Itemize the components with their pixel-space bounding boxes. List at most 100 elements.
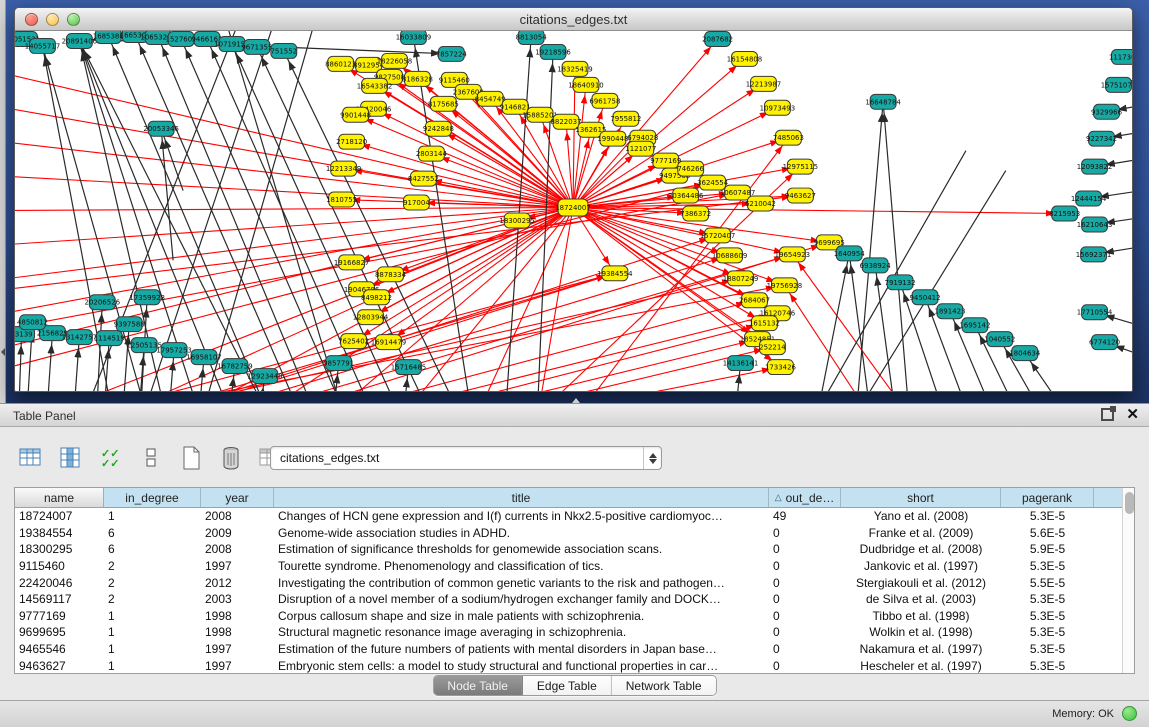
table-cell[interactable]: 1998 [201,609,274,623]
table-cell[interactable]: 1997 [201,559,274,573]
column-header-year[interactable]: year [201,488,274,507]
table-cell[interactable]: 0 [769,625,841,639]
table-row[interactable]: 1872400712008Changes of HCN gene express… [15,508,1122,525]
table-cell[interactable]: 9463627 [15,659,104,673]
table-cell[interactable]: Franke et al. (2009) [841,526,1001,540]
delete-table-icon[interactable] [216,443,246,473]
table-cell[interactable]: 2 [104,576,201,590]
table-cell[interactable]: 1 [104,609,201,623]
table-cell[interactable]: 2012 [201,576,274,590]
table-row[interactable]: 946554611997Estimation of the future num… [15,641,1122,658]
panel-collapse-arrow-icon[interactable] [1,348,5,356]
column-header-name[interactable]: name [15,488,104,507]
column-header-short[interactable]: short [841,488,1001,507]
table-cell[interactable]: 5.3E-5 [1001,609,1094,623]
table-cell[interactable]: 5.3E-5 [1001,509,1094,523]
table-cell[interactable]: 5.3E-5 [1001,642,1094,656]
table-selector-combo[interactable]: citations_edges.txt [270,446,662,470]
table-cell[interactable]: Jankovic et al. (1997) [841,559,1001,573]
table-cell[interactable]: Tibbo et al. (1998) [841,609,1001,623]
table-cell[interactable]: 0 [769,576,841,590]
column-header-in_degree[interactable]: in_degree [104,488,201,507]
table-row[interactable]: 1938455462009Genome-wide association stu… [15,525,1122,542]
table-cell[interactable]: Yano et al. (2008) [841,509,1001,523]
table-cell[interactable]: de Silva et al. (2003) [841,592,1001,606]
table-row[interactable]: 977716911998Corpus callosum shape and si… [15,608,1122,625]
table-cell[interactable]: Tourette syndrome. Phenomenology and cla… [274,559,769,573]
table-cell[interactable]: 9465546 [15,642,104,656]
tab-node-table[interactable]: Node Table [433,676,523,695]
close-panel-icon[interactable]: ✕ [1126,408,1139,421]
row-height-icon[interactable] [136,443,166,473]
table-cell[interactable]: 1997 [201,659,274,673]
table-row[interactable]: 946362711997Embryonic stem cells: a mode… [15,657,1122,674]
table-cell[interactable]: 1997 [201,642,274,656]
network-canvas[interactable]: 1872400788601238912954182260589827508165… [15,31,1132,391]
table-cell[interactable]: Corpus callosum shape and size in male p… [274,609,769,623]
table-cell[interactable]: Structural magnetic resonance image aver… [274,625,769,639]
import-table-icon[interactable] [16,443,46,473]
tab-edge-table[interactable]: Edge Table [523,676,612,695]
table-cell[interactable]: 0 [769,542,841,556]
table-cell[interactable]: Nakamura et al. (1997) [841,642,1001,656]
table-panel-titlebar[interactable]: Table Panel ✕ [0,403,1149,427]
table-cell[interactable]: 2009 [201,526,274,540]
table-cell[interactable]: 9115460 [15,559,104,573]
table-cell[interactable]: 1 [104,659,201,673]
table-cell[interactable]: Stergiakouli et al. (2012) [841,576,1001,590]
table-cell[interactable]: 0 [769,559,841,573]
table-cell[interactable]: Estimation of the future numbers of pati… [274,642,769,656]
table-cell[interactable]: 2 [104,559,201,573]
table-cell[interactable]: 9777169 [15,609,104,623]
table-cell[interactable]: 5.5E-5 [1001,576,1094,590]
splitter-grip-icon[interactable] [572,398,580,403]
table-cell[interactable]: Hescheler et al. (1997) [841,659,1001,673]
combo-stepper-icon[interactable] [643,447,661,469]
table-cell[interactable]: 2008 [201,509,274,523]
table-cell[interactable]: 0 [769,659,841,673]
memory-indicator-icon[interactable] [1122,706,1137,721]
table-cell[interactable]: 22420046 [15,576,104,590]
network-view[interactable]: 1872400788601238912954182260589827508165… [15,31,1132,391]
table-cell[interactable]: Wolkin et al. (1998) [841,625,1001,639]
scrollbar-thumb[interactable] [1125,492,1134,514]
table-cell[interactable]: 0 [769,592,841,606]
table-scrollbar[interactable] [1122,488,1134,673]
table-cell[interactable]: 5.9E-5 [1001,542,1094,556]
table-cell[interactable]: 2003 [201,592,274,606]
table-cell[interactable]: 5.3E-5 [1001,559,1094,573]
show-column-icon[interactable] [56,443,86,473]
table-cell[interactable]: Investigating the contribution of common… [274,576,769,590]
table-row[interactable]: 1456911722003Disruption of a novel membe… [15,591,1122,608]
table-cell[interactable]: 0 [769,526,841,540]
table-cell[interactable]: Dudbridge et al. (2008) [841,542,1001,556]
table-row[interactable]: 969969511998Structural magnetic resonanc… [15,624,1122,641]
select-all-icon[interactable]: ✓✓✓✓ [96,443,126,473]
table-cell[interactable]: 5.3E-5 [1001,592,1094,606]
new-table-icon[interactable] [176,443,206,473]
column-header-pagerank[interactable]: pagerank [1001,488,1094,507]
table-cell[interactable]: 5.6E-5 [1001,526,1094,540]
table-cell[interactable]: 6 [104,542,201,556]
table-cell[interactable]: 5.3E-5 [1001,625,1094,639]
table-cell[interactable]: 0 [769,609,841,623]
table-cell[interactable]: 1998 [201,625,274,639]
float-panel-icon[interactable] [1101,408,1114,421]
table-cell[interactable]: Genome-wide association studies in ADHD. [274,526,769,540]
table-cell[interactable]: Disruption of a novel member of a sodium… [274,592,769,606]
table-cell[interactable]: 19384554 [15,526,104,540]
table-cell[interactable]: 49 [769,509,841,523]
table-cell[interactable]: Estimation of significance thresholds fo… [274,542,769,556]
column-header-title[interactable]: title [274,488,769,507]
table-cell[interactable]: 2008 [201,542,274,556]
table-row[interactable]: 911546021997Tourette syndrome. Phenomeno… [15,558,1122,575]
table-cell[interactable]: 2 [104,592,201,606]
window-titlebar[interactable]: citations_edges.txt [15,8,1132,31]
tab-network-table[interactable]: Network Table [612,676,716,695]
table-row[interactable]: 1830029562008Estimation of significance … [15,541,1122,558]
table-cell[interactable]: 6 [104,526,201,540]
table-cell[interactable]: 14569117 [15,592,104,606]
column-header-out_de[interactable]: △out_de… [769,488,841,507]
table-cell[interactable]: 5.3E-5 [1001,659,1094,673]
table-cell[interactable]: 18724007 [15,509,104,523]
